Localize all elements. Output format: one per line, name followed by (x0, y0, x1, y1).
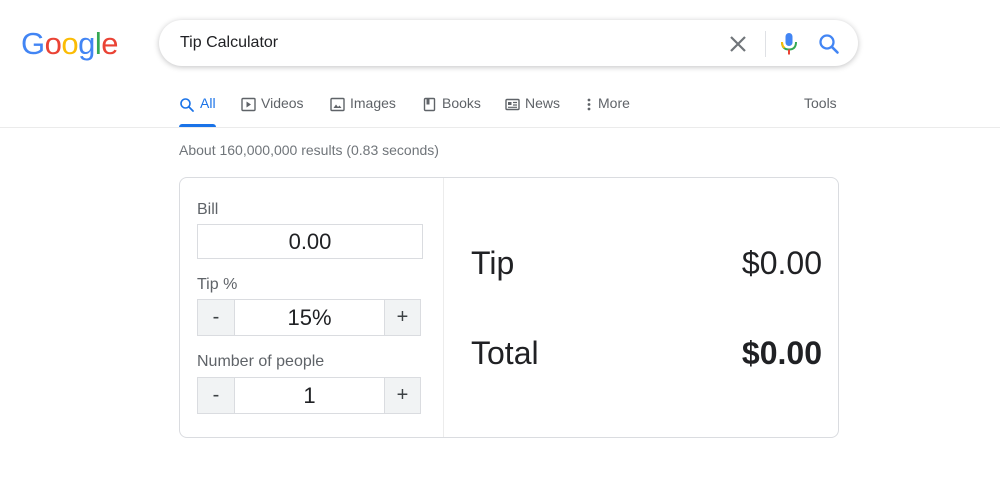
search-box (159, 20, 858, 66)
search-icon (819, 34, 839, 54)
tab-videos[interactable]: Videos (241, 95, 304, 127)
tip-percent-stepper: - 15% + (197, 299, 421, 336)
play-icon (241, 97, 256, 112)
search-icon (180, 98, 194, 112)
tab-books[interactable]: Books (422, 95, 481, 127)
result-stats: About 160,000,000 results (0.83 seconds) (179, 142, 439, 158)
bill-label: Bill (197, 201, 219, 218)
logo-letter: e (101, 26, 119, 61)
people-value[interactable]: 1 (234, 378, 384, 413)
google-logo[interactable]: Google (21, 24, 119, 64)
book-icon (423, 97, 436, 112)
tab-label: News (525, 95, 561, 111)
tab-images[interactable]: Images (330, 95, 396, 127)
logo-letter: o (61, 26, 79, 61)
tip-decrease-button[interactable]: - (198, 300, 234, 335)
news-icon (505, 98, 520, 111)
people-label: Number of people (197, 353, 325, 370)
tab-label: Videos (261, 95, 304, 111)
image-icon (330, 97, 345, 112)
microphone-icon (781, 33, 797, 55)
tab-label: More (598, 95, 630, 111)
bill-input[interactable] (197, 224, 423, 259)
tab-all[interactable]: All (179, 95, 216, 127)
close-icon (730, 36, 746, 52)
tab-label: All (200, 95, 216, 111)
tab-label: Books (442, 95, 481, 111)
logo-letter: g (78, 26, 95, 61)
clear-search-button[interactable] (726, 32, 750, 56)
tip-output-label: Tip (471, 245, 515, 281)
tab-label: Images (350, 95, 396, 111)
header-divider (0, 127, 1000, 128)
tip-output-value: $0.00 (741, 245, 822, 281)
search-divider (765, 31, 766, 57)
logo-letter: G (21, 26, 45, 61)
card-divider (443, 178, 444, 437)
tip-percent-label: Tip % (197, 276, 238, 293)
tab-news[interactable]: News (505, 95, 560, 127)
voice-search-button[interactable] (777, 31, 801, 57)
tools-button[interactable]: Tools (804, 95, 837, 111)
total-output-value: $0.00 (741, 335, 822, 371)
tip-increase-button[interactable]: + (384, 300, 420, 335)
more-vert-icon (587, 98, 591, 111)
tip-percent-value[interactable]: 15% (234, 300, 384, 335)
search-input[interactable] (180, 21, 720, 65)
people-increase-button[interactable]: + (384, 378, 420, 413)
search-button[interactable] (816, 31, 842, 57)
tab-more[interactable]: More (585, 95, 630, 127)
people-stepper: - 1 + (197, 377, 421, 414)
total-output-label: Total (471, 335, 539, 371)
tip-calculator-card: Bill Tip % - 15% + Number of people - 1 … (179, 177, 839, 438)
people-decrease-button[interactable]: - (198, 378, 234, 413)
logo-letter: o (44, 26, 62, 61)
